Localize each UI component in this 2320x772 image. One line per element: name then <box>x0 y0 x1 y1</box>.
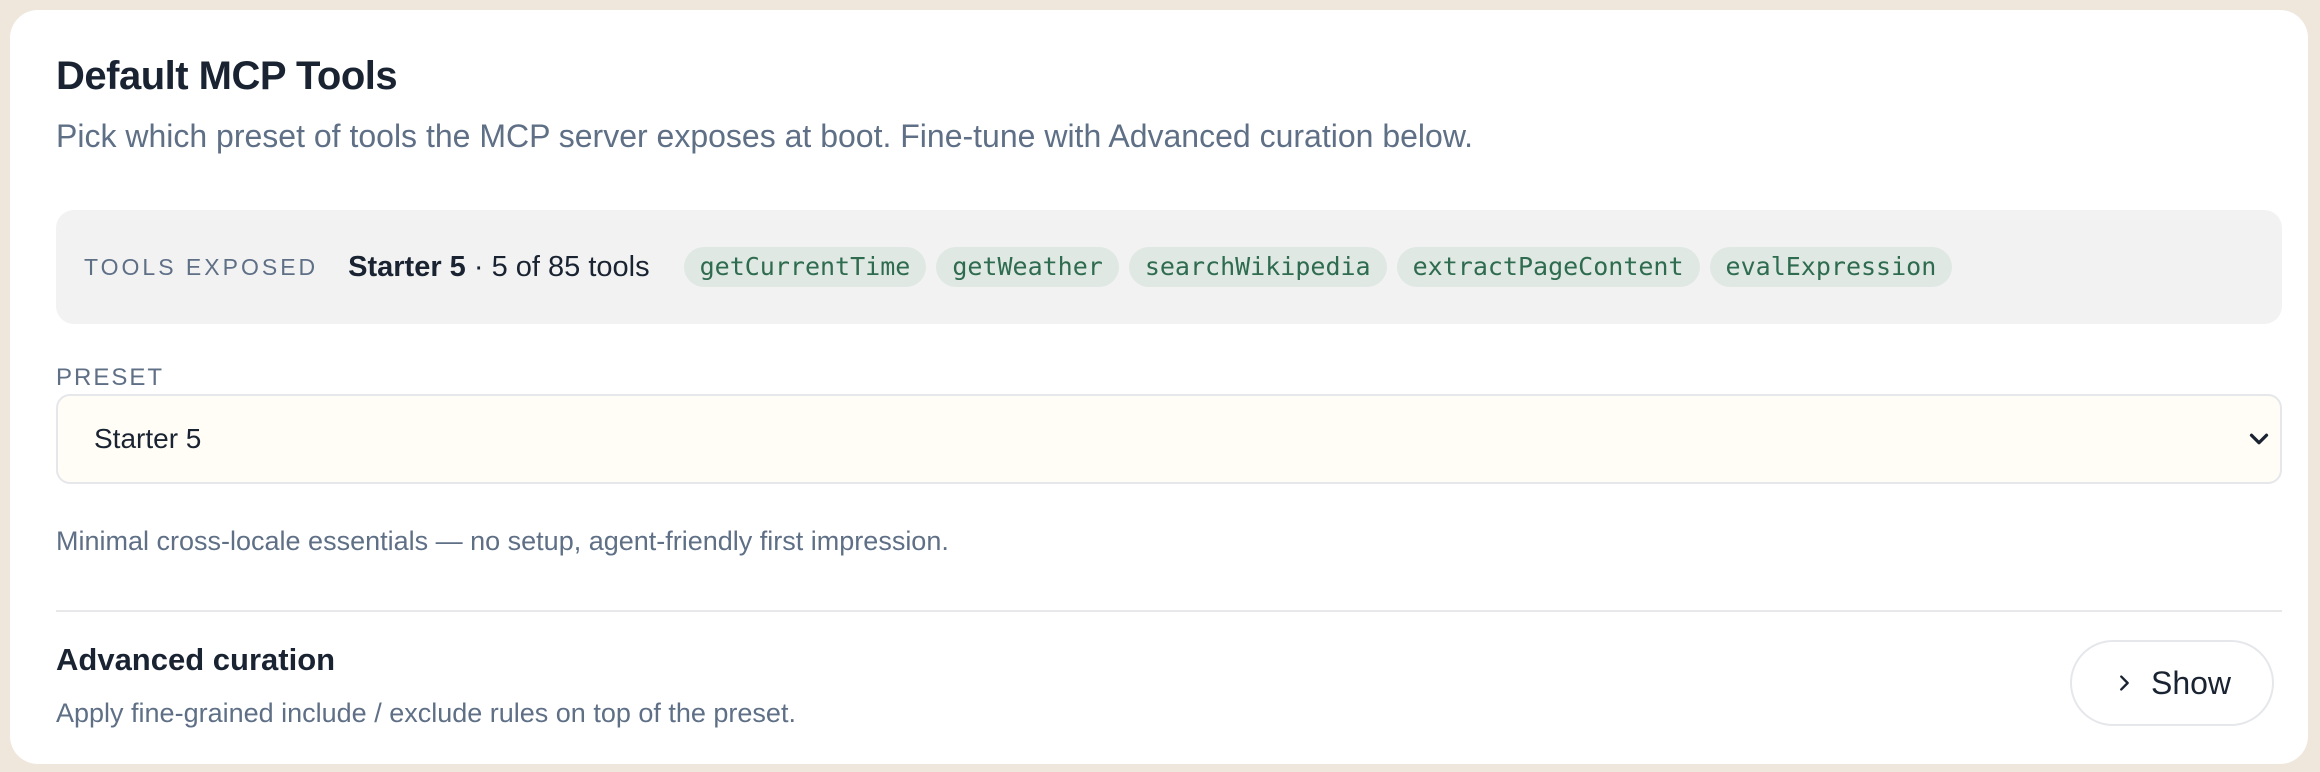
tools-exposed-summary: Starter 5 · 5 of 85 tools <box>348 251 649 284</box>
settings-card: Default MCP Tools Pick which preset of t… <box>10 10 2308 764</box>
tool-chip: getCurrentTime <box>683 247 927 287</box>
exposed-preset-name: Starter 5 <box>348 250 466 283</box>
preset-select-value: Starter 5 <box>94 423 202 454</box>
page-subtitle: Pick which preset of tools the MCP serve… <box>56 118 1474 154</box>
preset-description: Minimal cross-locale essentials — no set… <box>56 526 949 556</box>
advanced-curation-description: Apply fine-grained include / exclude rul… <box>56 698 796 728</box>
exposed-count: · 5 of 85 tools <box>473 250 650 283</box>
tool-chip: searchWikipedia <box>1128 247 1387 287</box>
section-divider <box>56 610 2282 612</box>
tools-exposed-panel: TOOLS EXPOSED Starter 5 · 5 of 85 tools … <box>56 210 2282 324</box>
preset-select[interactable]: Starter 5 <box>56 394 2282 484</box>
tool-chip: getWeather <box>936 247 1119 287</box>
chevron-right-icon <box>2120 675 2129 691</box>
tool-chip-list: getCurrentTime getWeather searchWikipedi… <box>683 247 1953 287</box>
tool-chip: extractPageContent <box>1396 247 1700 287</box>
advanced-curation-title: Advanced curation <box>56 642 336 677</box>
page-title: Default MCP Tools <box>56 54 398 98</box>
chevron-down-icon <box>2249 433 2269 445</box>
tool-chip: evalExpression <box>1709 247 1953 287</box>
show-advanced-button[interactable]: Show <box>2070 640 2274 726</box>
tools-exposed-label: TOOLS EXPOSED <box>84 253 319 280</box>
preset-label: PRESET <box>56 364 165 391</box>
show-button-label: Show <box>2150 664 2232 701</box>
